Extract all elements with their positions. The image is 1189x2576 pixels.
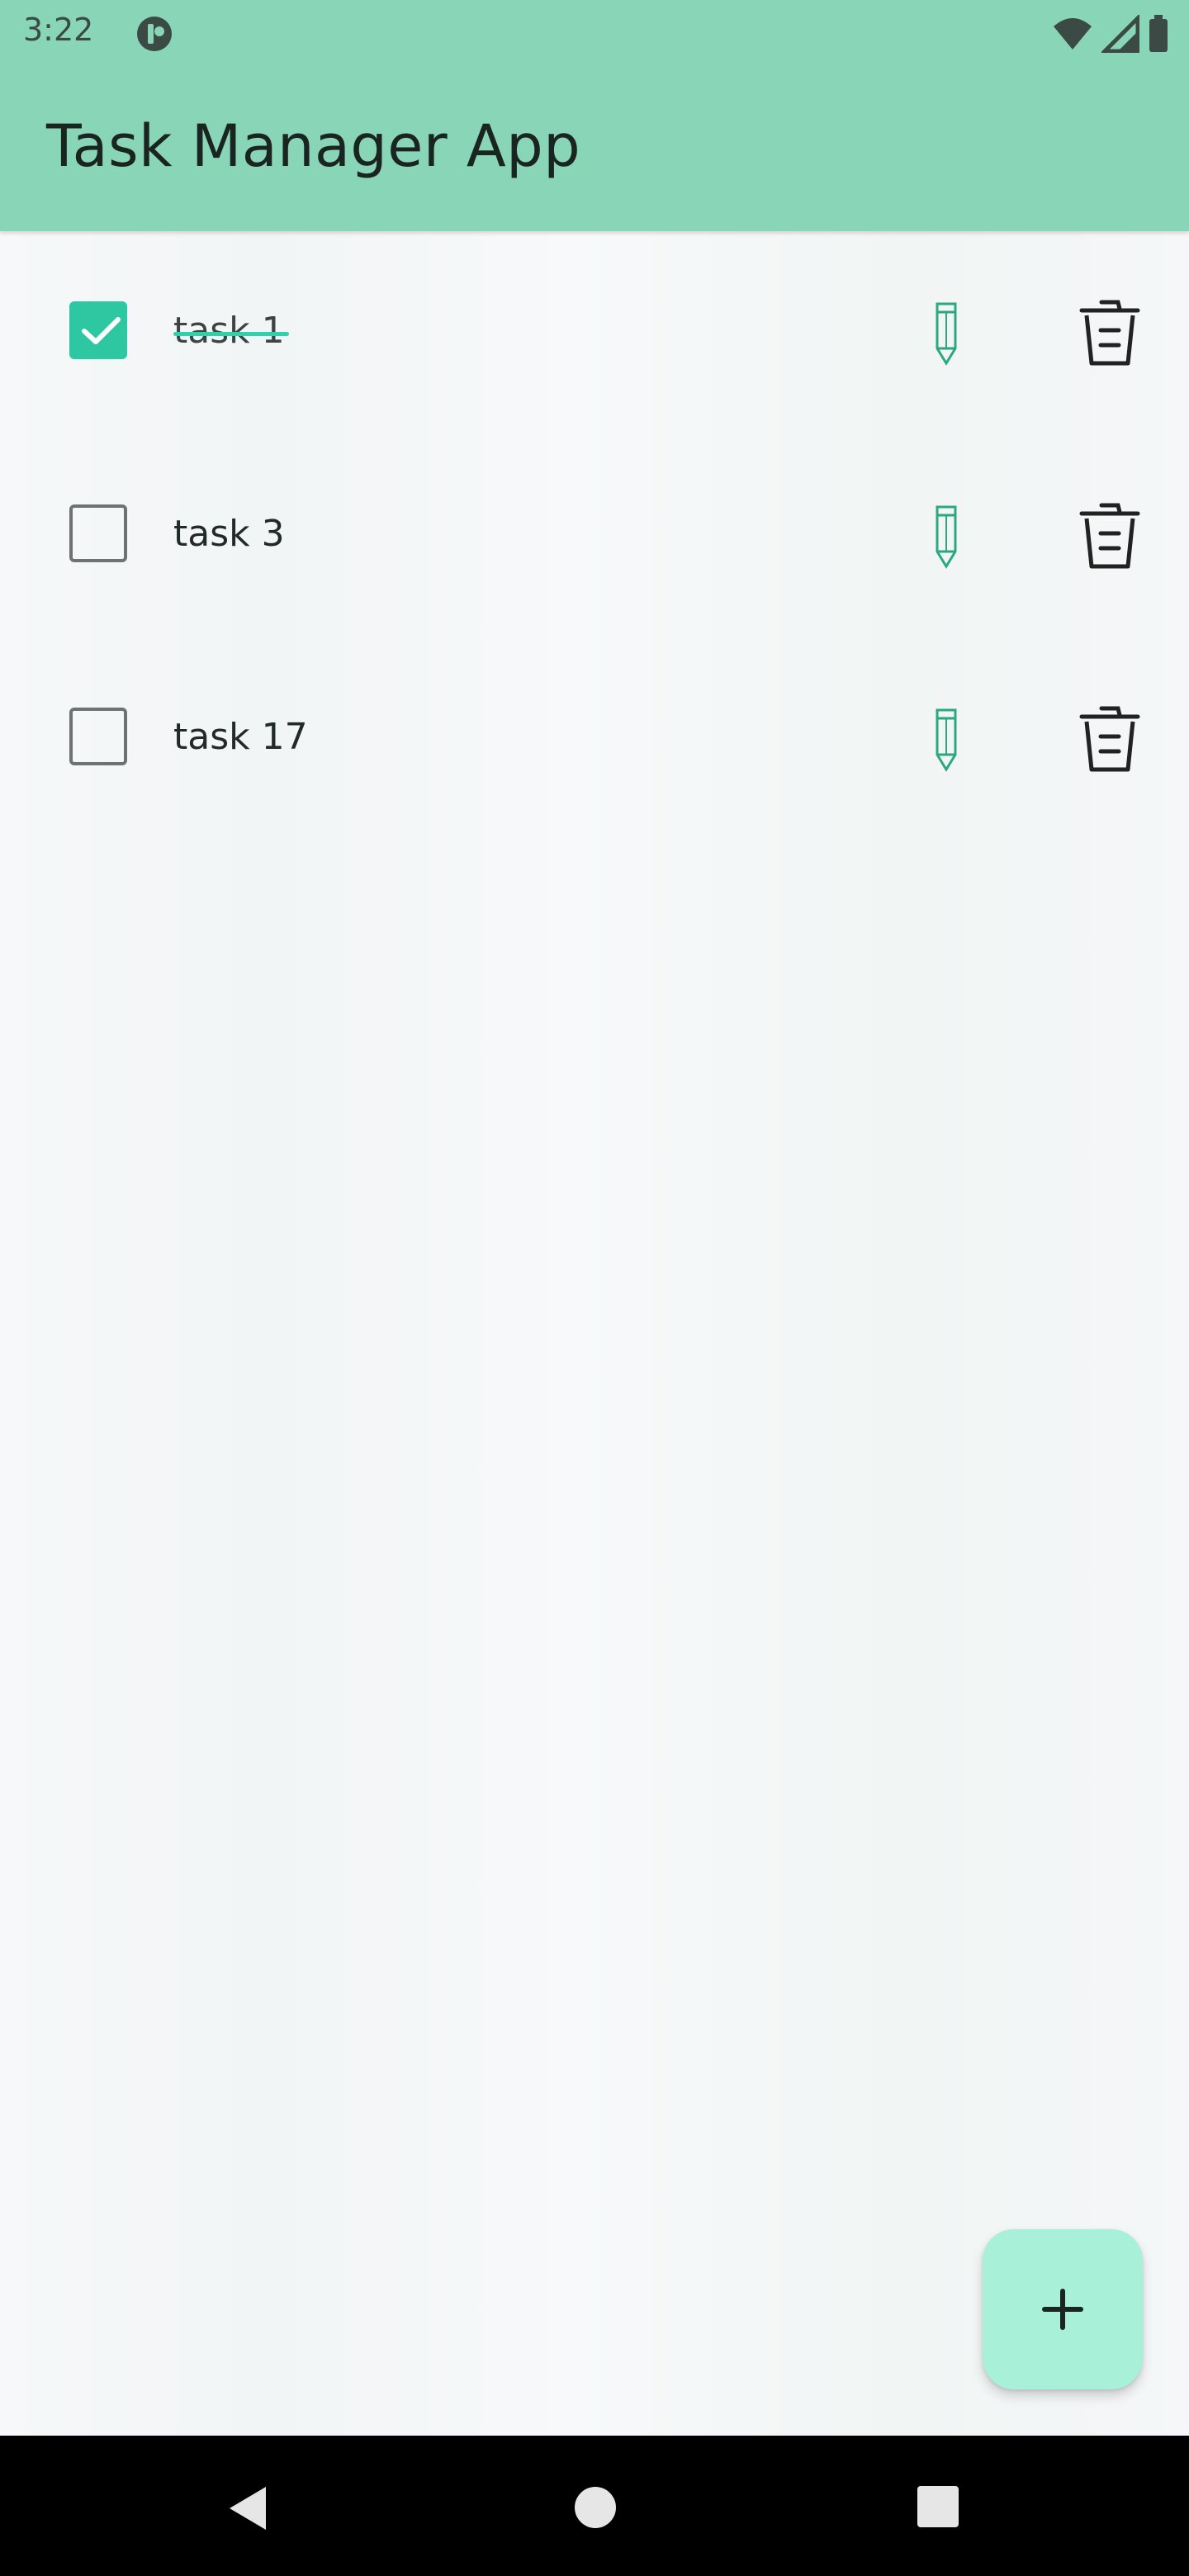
- strikethrough-line: [173, 332, 289, 336]
- app-title: Task Manager App: [46, 112, 581, 180]
- status-time: 3:22: [23, 12, 94, 48]
- wifi-icon: [1054, 18, 1092, 50]
- system-nav-bar: [0, 2436, 1189, 2576]
- task-label: task 17: [173, 716, 308, 758]
- app-bar: Task Manager App: [0, 69, 1189, 231]
- status-icons: [1052, 15, 1169, 53]
- signal-icon: [1101, 15, 1139, 53]
- status-bar: 3:22: [0, 0, 1189, 69]
- task-checkbox[interactable]: [69, 504, 127, 562]
- trash-icon[interactable]: [1073, 497, 1146, 573]
- task-row: task 1: [0, 231, 1189, 434]
- task-checkbox[interactable]: [69, 301, 127, 359]
- pencil-icon[interactable]: [923, 702, 969, 773]
- checkmark-icon: [82, 317, 121, 344]
- task-checkbox[interactable]: [69, 708, 127, 765]
- task-label: task 1: [173, 310, 285, 352]
- pencil-icon[interactable]: [923, 296, 969, 367]
- notification-icon: [137, 17, 172, 51]
- task-row: task 3: [0, 434, 1189, 637]
- pencil-icon[interactable]: [923, 499, 969, 570]
- battery-icon: [1149, 15, 1168, 52]
- recents-icon[interactable]: [917, 2485, 959, 2528]
- home-icon[interactable]: [573, 2485, 618, 2530]
- trash-icon[interactable]: [1073, 700, 1146, 776]
- trash-icon[interactable]: [1073, 294, 1146, 370]
- plus-icon: [1042, 2289, 1083, 2330]
- task-list: task 1 task 3 task 17: [0, 231, 1189, 841]
- add-task-button[interactable]: [983, 2229, 1143, 2389]
- task-label: task 3: [173, 513, 285, 555]
- back-icon[interactable]: [225, 2484, 271, 2533]
- task-row: task 17: [0, 637, 1189, 841]
